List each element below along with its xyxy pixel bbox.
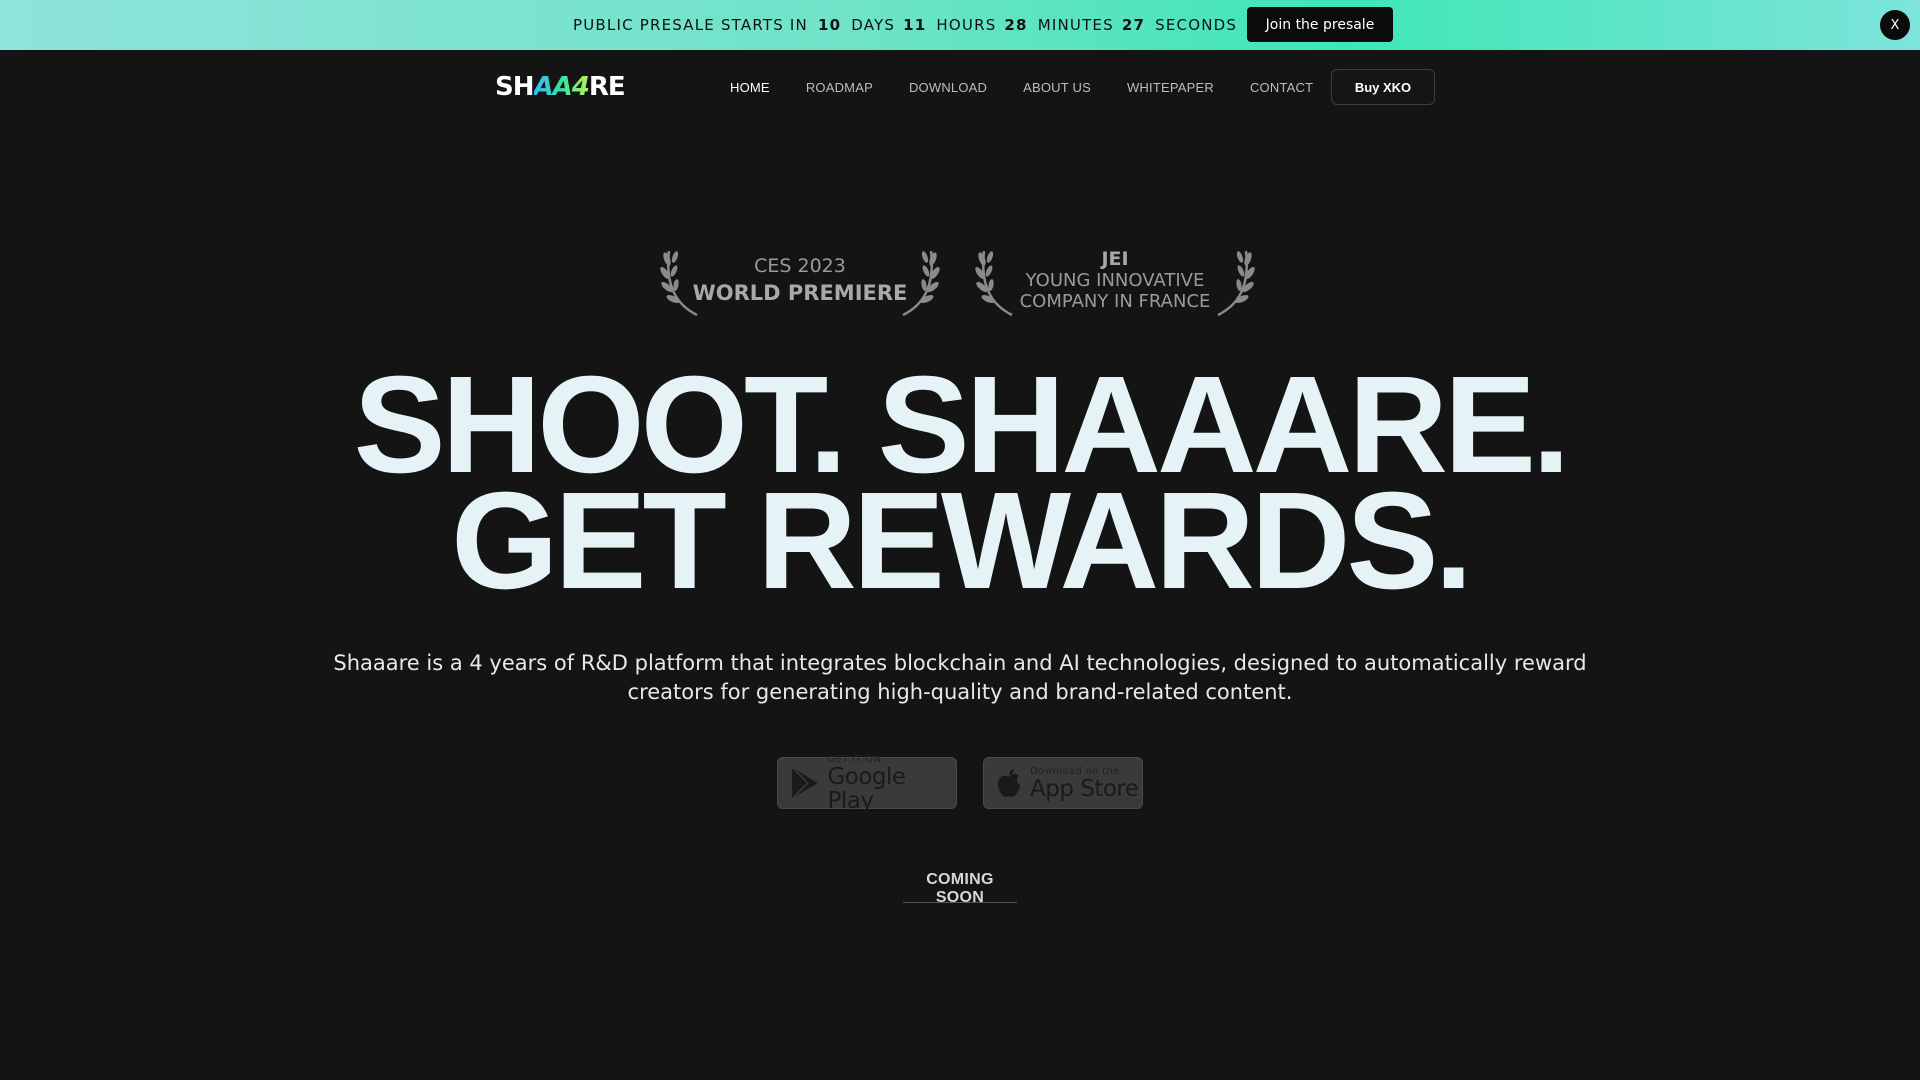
nav-item-whitepaper[interactable]: WHITEPAPER xyxy=(1127,80,1214,95)
nav-item-home[interactable]: HOME xyxy=(730,80,770,95)
countdown-hours-value: 11 xyxy=(903,16,927,34)
buy-xko-button[interactable]: Buy XKO xyxy=(1331,69,1435,105)
countdown-days-label: DAYS xyxy=(851,16,896,34)
google-play-small-text: GET IT ON xyxy=(827,753,882,765)
award-jei: JEI YOUNG INNOVATIVE COMPANY IN FRANCE xyxy=(970,243,1260,317)
join-presale-button[interactable]: Join the presale xyxy=(1247,7,1393,42)
google-play-icon xyxy=(791,766,818,800)
main-nav: HOME ROADMAP DOWNLOAD ABOUT US WHITEPAPE… xyxy=(730,76,1349,98)
countdown-hours-label: HOURS xyxy=(936,16,997,34)
logo-text-middle: AA4 xyxy=(533,72,590,102)
hero-description: Shaaare is a 4 years of R&D platform tha… xyxy=(333,651,1587,704)
laurel-right-icon xyxy=(902,250,940,317)
countdown-days-value: 10 xyxy=(817,16,842,34)
presale-countdown: PUBLIC PRESALE STARTS IN 10 DAYS 11 HOUR… xyxy=(573,0,1237,50)
nav-item-about-us[interactable]: ABOUT US xyxy=(1023,80,1091,95)
countdown-minutes-value: 28 xyxy=(1004,16,1028,34)
app-store-badge[interactable]: Download on the App Store xyxy=(983,757,1143,809)
app-store-big-text: App Store xyxy=(1030,775,1139,802)
google-play-badge[interactable]: GET IT ON Google Play xyxy=(777,753,957,813)
app-store-small-text: Download on the xyxy=(1030,765,1120,777)
hero-headline-line2: GET REWARDS. xyxy=(451,464,1473,618)
award-ces-line2: WORLD PREMIERE xyxy=(692,281,908,305)
award-jei-line1: JEI xyxy=(1101,248,1129,270)
apple-icon xyxy=(998,769,1020,797)
presale-banner: PUBLIC PRESALE STARTS IN 10 DAYS 11 HOUR… xyxy=(0,0,1920,50)
countdown-minutes-label: MINUTES xyxy=(1037,16,1114,34)
nav-item-download[interactable]: DOWNLOAD xyxy=(909,80,987,95)
logo[interactable]: SH AA4 RE xyxy=(495,72,626,102)
logo-text-left: SH xyxy=(495,72,534,102)
laurel-right-icon xyxy=(1217,250,1255,317)
google-play-big-text: Google Play xyxy=(827,763,906,814)
laurel-left-icon xyxy=(975,250,1013,317)
logo-text-right: RE xyxy=(588,72,626,102)
award-jei-line3: COMPANY IN FRANCE xyxy=(1019,291,1211,312)
nav-item-roadmap[interactable]: ROADMAP xyxy=(806,80,873,95)
laurel-left-icon xyxy=(660,250,698,317)
countdown-seconds-label: SECONDS xyxy=(1155,16,1238,34)
nav-item-contact[interactable]: CONTACT xyxy=(1250,80,1313,95)
award-jei-line2: YOUNG INNOVATIVE xyxy=(1025,270,1205,291)
close-banner-button[interactable]: X xyxy=(1880,10,1910,40)
coming-soon-label: COMING SOON xyxy=(903,871,1017,906)
countdown-seconds-value: 27 xyxy=(1121,16,1146,34)
award-ces: CES 2023 WORLD PREMIERE xyxy=(655,243,945,317)
countdown-prefix: PUBLIC PRESALE STARTS IN xyxy=(573,16,808,34)
award-ces-line1: CES 2023 xyxy=(754,255,846,277)
